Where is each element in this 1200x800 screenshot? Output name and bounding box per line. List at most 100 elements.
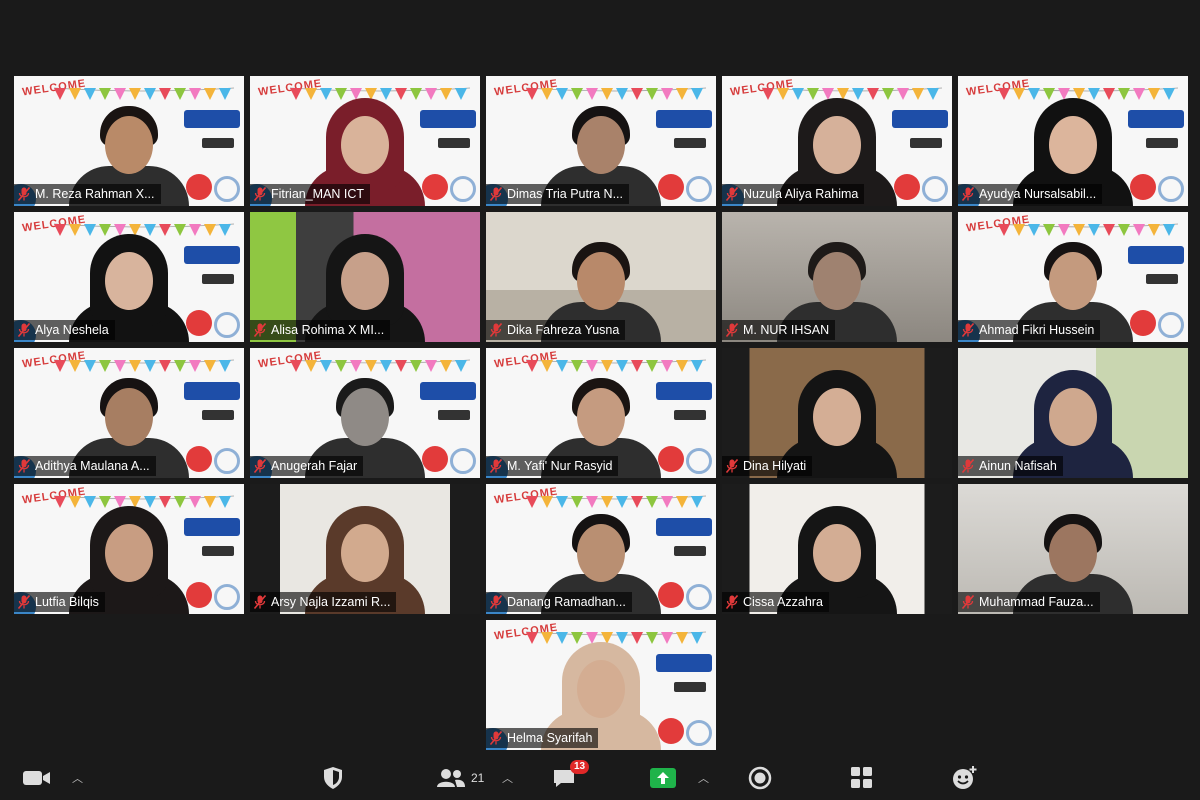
- participant-face: [813, 116, 861, 174]
- video-camera-icon[interactable]: [22, 764, 52, 792]
- participant-name: M. Reza Rahman X...: [35, 187, 155, 201]
- record-icon[interactable]: [748, 764, 772, 792]
- participant-name-label: M. NUR IHSAN: [722, 320, 836, 340]
- heart-decoration: [658, 446, 684, 472]
- event-banner-decoration: [184, 246, 240, 264]
- participant-video-tile[interactable]: Dina Hilyati: [722, 348, 952, 478]
- participant-face: [577, 660, 625, 718]
- participant-video-tile[interactable]: WELCOME M. Yafi' Nur Rasyid: [486, 348, 716, 478]
- heart-decoration: [186, 582, 212, 608]
- participant-face: [1049, 116, 1097, 174]
- ship-wheel-decoration: [450, 448, 476, 474]
- muted-microphone-icon: [490, 323, 502, 337]
- shield-icon[interactable]: [322, 764, 344, 792]
- chat-icon[interactable]: 13: [552, 760, 590, 792]
- ship-decoration: [1146, 138, 1178, 148]
- participant-face: [341, 524, 389, 582]
- muted-microphone-icon: [254, 459, 266, 473]
- share-options-chevron-icon[interactable]: ︿: [698, 764, 709, 792]
- muted-microphone-icon: [962, 459, 974, 473]
- muted-microphone-icon: [18, 323, 30, 337]
- participant-face: [577, 524, 625, 582]
- event-banner-decoration: [420, 382, 476, 400]
- muted-microphone-icon: [490, 459, 502, 473]
- participant-video-tile[interactable]: Cissa Azzahra: [722, 484, 952, 614]
- bunting-decoration: [525, 86, 707, 106]
- video-options-chevron-icon[interactable]: ︿: [72, 764, 83, 792]
- participant-face: [341, 388, 389, 446]
- participant-name-label: Adithya Maulana A...: [14, 456, 156, 476]
- participant-video-tile[interactable]: WELCOME Ayudya Nursalsabil...: [958, 76, 1188, 206]
- participant-name-label: Ayudya Nursalsabil...: [958, 184, 1103, 204]
- participant-video-tile[interactable]: Muhammad Fauza...: [958, 484, 1188, 614]
- heart-decoration: [658, 174, 684, 200]
- heart-decoration: [422, 446, 448, 472]
- muted-microphone-icon: [490, 187, 502, 201]
- participant-video-tile[interactable]: Ainun Nafisah: [958, 348, 1188, 478]
- participants-icon[interactable]: 21: [436, 764, 484, 792]
- participant-name: Danang Ramadhan...: [507, 595, 626, 609]
- share-screen-icon[interactable]: [650, 764, 676, 792]
- event-banner-decoration: [184, 382, 240, 400]
- participant-name: Lutfia Bilqis: [35, 595, 99, 609]
- ship-wheel-decoration: [214, 176, 240, 202]
- chat-unread-badge: 13: [570, 760, 590, 774]
- participant-face: [105, 252, 153, 310]
- participant-name: Dika Fahreza Yusna: [507, 323, 620, 337]
- participant-video-tile[interactable]: WELCOME Dimas Tria Putra N...: [486, 76, 716, 206]
- participant-name-label: Fitrian_MAN ICT: [250, 184, 371, 204]
- heart-decoration: [1130, 310, 1156, 336]
- participant-video-tile[interactable]: Dika Fahreza Yusna: [486, 212, 716, 342]
- muted-microphone-icon: [726, 459, 738, 473]
- participant-video-tile[interactable]: WELCOME Nuzula Aliya Rahima: [722, 76, 952, 206]
- ship-decoration: [674, 410, 706, 420]
- heart-decoration: [658, 582, 684, 608]
- participant-video-tile[interactable]: WELCOME Lutfia Bilqis: [14, 484, 244, 614]
- participant-video-tile[interactable]: WELCOME Helma Syarifah: [486, 620, 716, 750]
- participant-name: Muhammad Fauza...: [979, 595, 1094, 609]
- participant-video-tile[interactable]: WELCOME Fitrian_MAN ICT: [250, 76, 480, 206]
- muted-microphone-icon: [254, 187, 266, 201]
- participant-video-tile[interactable]: WELCOME Adithya Maulana A...: [14, 348, 244, 478]
- event-banner-decoration: [1128, 110, 1184, 128]
- participant-name-label: Muhammad Fauza...: [958, 592, 1100, 612]
- bunting-decoration: [997, 222, 1179, 242]
- participant-face: [1049, 524, 1097, 582]
- participant-name: Ainun Nafisah: [979, 459, 1057, 473]
- participant-name-label: Anugerah Fajar: [250, 456, 364, 476]
- event-banner-decoration: [656, 382, 712, 400]
- participant-video-tile[interactable]: WELCOME Danang Ramadhan...: [486, 484, 716, 614]
- heart-decoration: [422, 174, 448, 200]
- heart-decoration: [186, 446, 212, 472]
- participant-video-tile[interactable]: WELCOME Alya Neshela: [14, 212, 244, 342]
- muted-microphone-icon: [726, 595, 738, 609]
- participant-face: [105, 116, 153, 174]
- participant-name: Helma Syarifah: [507, 731, 593, 745]
- ship-wheel-decoration: [686, 176, 712, 202]
- meeting-toolbar: ︿ 21 ︿ 13 ︿: [0, 756, 1200, 800]
- participant-name: M. NUR IHSAN: [743, 323, 830, 337]
- participant-name-label: Ainun Nafisah: [958, 456, 1063, 476]
- participant-name-label: Cissa Azzahra: [722, 592, 829, 612]
- participant-video-tile[interactable]: WELCOME M. Reza Rahman X...: [14, 76, 244, 206]
- apps-grid-icon[interactable]: [850, 764, 874, 792]
- participants-options-chevron-icon[interactable]: ︿: [502, 764, 513, 792]
- participant-video-tile[interactable]: WELCOME Anugerah Fajar: [250, 348, 480, 478]
- participant-video-tile[interactable]: M. NUR IHSAN: [722, 212, 952, 342]
- event-banner-decoration: [656, 518, 712, 536]
- event-banner-decoration: [1128, 246, 1184, 264]
- participant-video-tile[interactable]: WELCOME Ahmad Fikri Hussein: [958, 212, 1188, 342]
- participant-name: Cissa Azzahra: [743, 595, 823, 609]
- muted-microphone-icon: [18, 595, 30, 609]
- ship-wheel-decoration: [1158, 312, 1184, 338]
- reactions-icon[interactable]: [952, 764, 978, 792]
- bunting-decoration: [53, 358, 235, 378]
- participant-name: Adithya Maulana A...: [35, 459, 150, 473]
- participant-video-tile[interactable]: Arsy Najla Izzami R...: [250, 484, 480, 614]
- participant-video-tile[interactable]: Alisa Rohima X MI...: [250, 212, 480, 342]
- ship-wheel-decoration: [686, 448, 712, 474]
- participant-name-label: Alya Neshela: [14, 320, 115, 340]
- participant-name: Ahmad Fikri Hussein: [979, 323, 1095, 337]
- ship-wheel-decoration: [450, 176, 476, 202]
- participants-count: 21: [471, 771, 485, 785]
